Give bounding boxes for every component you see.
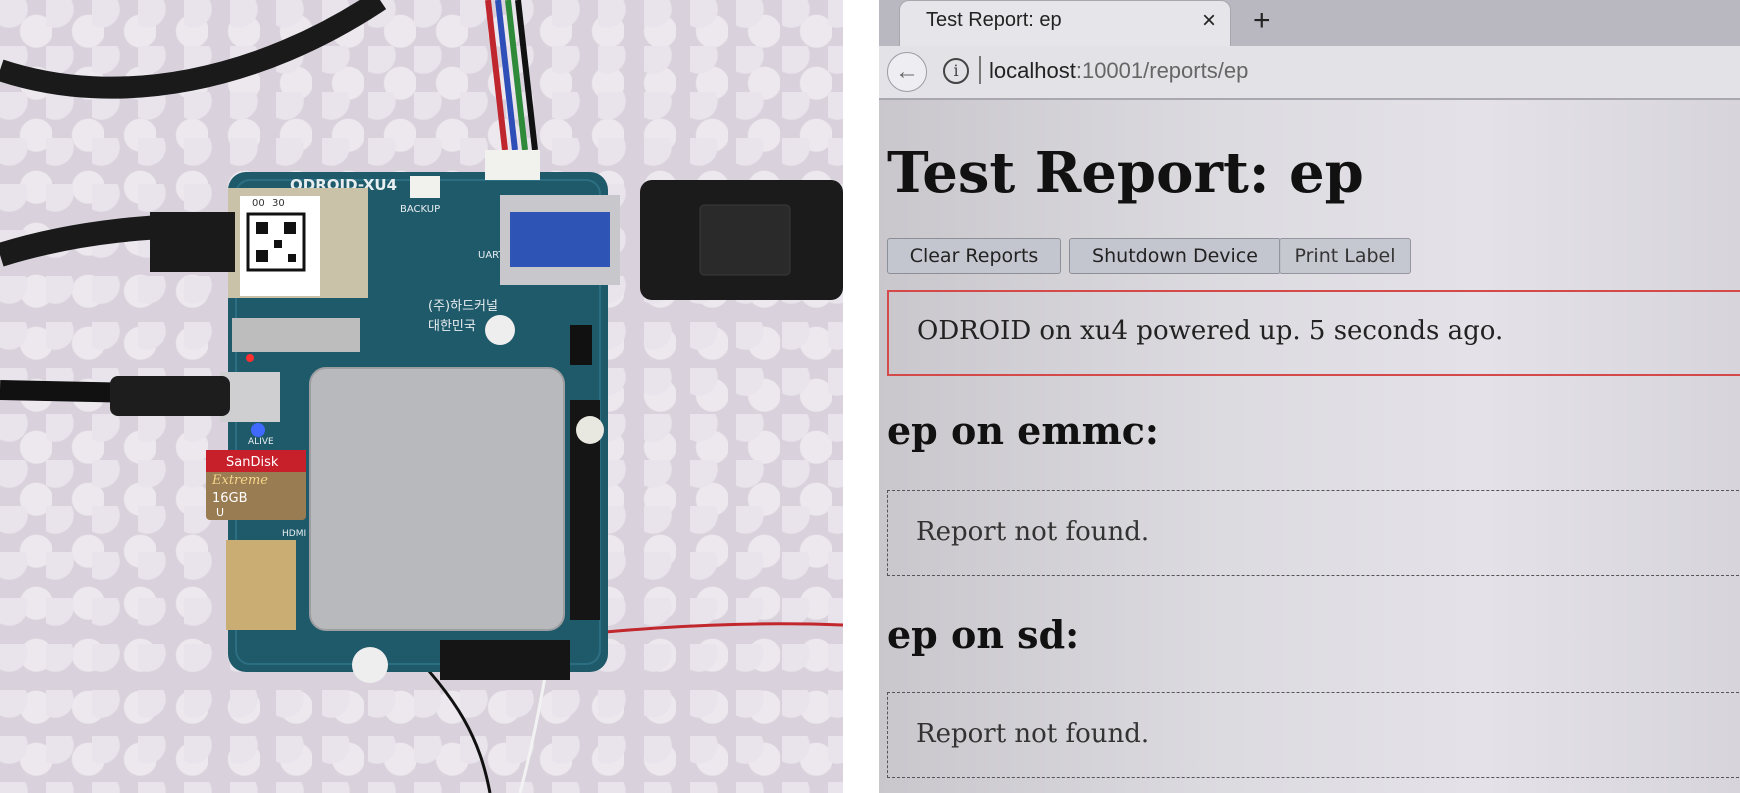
backup-label: BACKUP <box>400 204 440 215</box>
qr-text-2: 30 <box>272 198 285 209</box>
report-message-emmc: Report not found. <box>916 517 1150 547</box>
new-tab-icon[interactable]: + <box>1253 4 1271 38</box>
section-heading-sd: ep on sd: <box>887 612 1080 657</box>
print-label-button[interactable]: Print Label <box>1279 238 1411 274</box>
sd-capacity: 16GB <box>212 491 248 506</box>
alive-label: ALIVE <box>248 437 274 447</box>
info-icon[interactable]: i <box>943 58 969 84</box>
tab-strip: Test Report: ep × + <box>879 0 1740 47</box>
url-path: :10001/reports/ep <box>1075 58 1249 83</box>
tab-test-report[interactable]: Test Report: ep × <box>899 0 1231 47</box>
close-icon[interactable]: × <box>1202 7 1216 35</box>
url-divider <box>979 56 981 84</box>
report-box-sd: Report not found. <box>887 692 1740 778</box>
report-box-emmc: Report not found. <box>887 490 1740 576</box>
korean-company-label: (주)하드커널 <box>428 299 498 314</box>
back-arrow-icon[interactable]: ← <box>887 52 927 92</box>
page-title: Test Report: ep <box>887 140 1364 206</box>
korean-name-label: 대한민국 <box>428 319 476 334</box>
page-content: Test Report: ep Clear Reports Shutdown D… <box>879 98 1740 793</box>
sd-brand: SanDisk <box>226 455 279 470</box>
sd-class: U <box>216 506 224 519</box>
navigation-bar: ← i localhost:10001/reports/ep <box>879 46 1740 100</box>
browser-window: Test Report: ep × + ← i localhost:10001/… <box>879 0 1740 793</box>
qr-text-1: 00 <box>252 198 265 209</box>
status-message: ODROID on xu4 powered up. 5 seconds ago. <box>917 316 1504 346</box>
shutdown-device-button[interactable]: Shutdown Device <box>1069 238 1281 274</box>
divider <box>843 0 879 793</box>
board-photo: ODROID-XU4 BACKUP UART ALIVE HDMI (주)하드커… <box>0 0 843 793</box>
section-heading-emmc: ep on emmc: <box>887 408 1159 453</box>
status-box: ODROID on xu4 powered up. 5 seconds ago. <box>887 290 1740 376</box>
address-bar[interactable]: localhost:10001/reports/ep <box>989 58 1248 84</box>
board-illustration: ODROID-XU4 BACKUP UART ALIVE HDMI (주)하드커… <box>0 0 843 793</box>
report-message-sd: Report not found. <box>916 719 1150 749</box>
url-host: localhost <box>989 58 1076 83</box>
tab-title: Test Report: ep <box>926 9 1062 31</box>
clear-reports-button[interactable]: Clear Reports <box>887 238 1061 274</box>
sd-line: Extreme <box>211 473 268 488</box>
hdmi-label: HDMI <box>282 529 306 539</box>
